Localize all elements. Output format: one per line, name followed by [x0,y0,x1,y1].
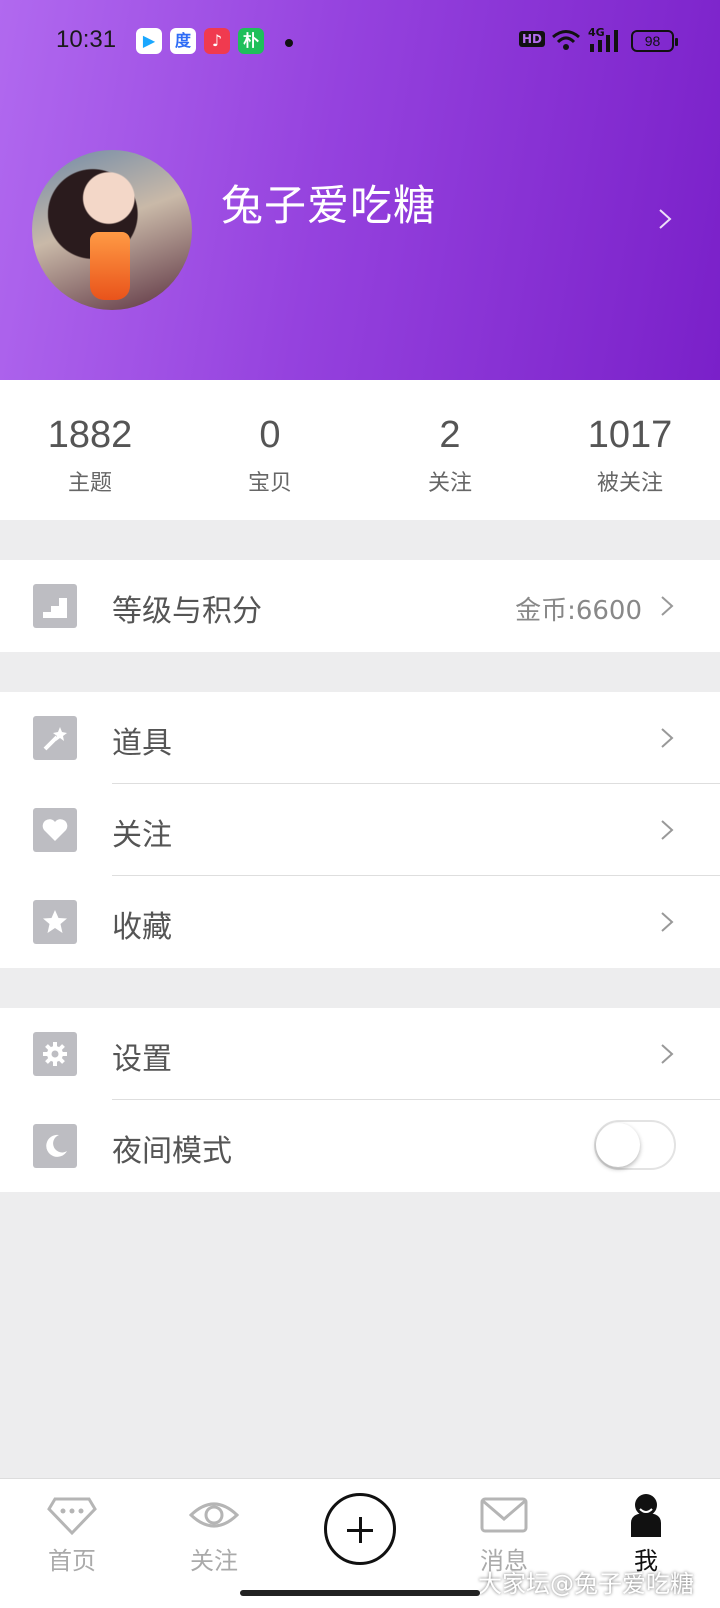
moon-icon [33,1124,77,1168]
stat-label: 被关注 [596,471,663,496]
night-mode-toggle[interactable] [594,1120,676,1170]
music-icon: ♪ [204,28,230,54]
stat-items[interactable]: 0 宝贝 [180,380,360,520]
menu-item-follow[interactable]: 关注 [0,784,720,876]
signal-icon [590,30,618,52]
stat-following[interactable]: 2 关注 [360,380,540,520]
avatar-drink [90,232,130,300]
eye-icon [189,1502,239,1528]
diamond-icon [47,1497,97,1536]
wifi-icon [552,30,580,50]
stat-topics[interactable]: 1882 主题 [0,380,180,520]
stat-value: 0 [259,414,281,456]
chevron-right-icon [661,1044,674,1064]
menu-item-settings[interactable]: 设置 [0,1008,720,1100]
pu-app-icon: 朴 [238,28,264,54]
chevron-right-icon [661,728,674,748]
menu-label: 设置 [112,1042,172,1077]
battery-indicator: 98 [631,30,678,52]
features-section: 道具 关注 收藏 [0,692,720,968]
video-app-icon: ▶ [136,28,162,54]
magic-wand-icon [33,716,77,760]
watermark: 大家坛@兔子爱吃糖 [478,1570,694,1598]
heart-icon [33,808,77,852]
star-icon [33,900,77,944]
tab-label: 首页 [48,1547,96,1575]
chevron-right-icon[interactable] [654,208,676,230]
status-time: 10:31 [56,26,117,53]
status-bar: 10:31 ▶ 度 ♪ 朴 HD 4G 98 [0,0,720,84]
tab-label: 关注 [190,1547,238,1575]
menu-label: 夜间模式 [112,1134,232,1169]
baidu-icon: 度 [170,28,196,54]
menu-item-level[interactable]: 等级与积分 金币:6600 [0,560,720,652]
menu-label: 道具 [112,726,172,761]
menu-label: 等级与积分 [112,594,262,629]
menu-label: 收藏 [112,910,172,945]
level-section: 等级与积分 金币:6600 [0,560,720,652]
stat-label: 主题 [67,471,112,496]
gear-icon [33,1032,77,1076]
menu-label: 关注 [112,818,172,853]
chevron-right-icon [661,912,674,932]
menu-item-favorites[interactable]: 收藏 [0,876,720,968]
avatar[interactable] [32,150,192,310]
stat-label: 关注 [427,471,472,496]
chevron-right-icon [661,820,674,840]
stats-bar: 1882 主题 0 宝贝 2 关注 1017 被关注 [0,380,720,520]
stat-followers[interactable]: 1017 被关注 [540,380,720,520]
toggle-knob [596,1123,640,1167]
menu-item-night-mode: 夜间模式 [0,1100,720,1192]
stat-value: 1017 [587,414,673,456]
stat-label: 宝贝 [247,471,292,496]
coin-balance: 金币:6600 [515,596,642,626]
chevron-right-icon [661,596,674,616]
level-icon [33,584,77,628]
hd-icon: HD [519,31,546,47]
profile-header[interactable]: 10:31 ▶ 度 ♪ 朴 HD 4G 98 兔子爱吃糖 [0,0,720,380]
menu-item-tools[interactable]: 道具 [0,692,720,784]
plus-icon[interactable] [324,1493,396,1565]
username[interactable]: 兔子爱吃糖 [221,172,436,233]
mail-icon [480,1497,528,1533]
stat-value: 1882 [47,414,133,456]
user-icon [631,1494,661,1537]
stat-value: 2 [439,414,461,456]
home-indicator[interactable] [240,1590,480,1596]
notification-dot [285,39,293,47]
settings-section: 设置 夜间模式 [0,1008,720,1192]
